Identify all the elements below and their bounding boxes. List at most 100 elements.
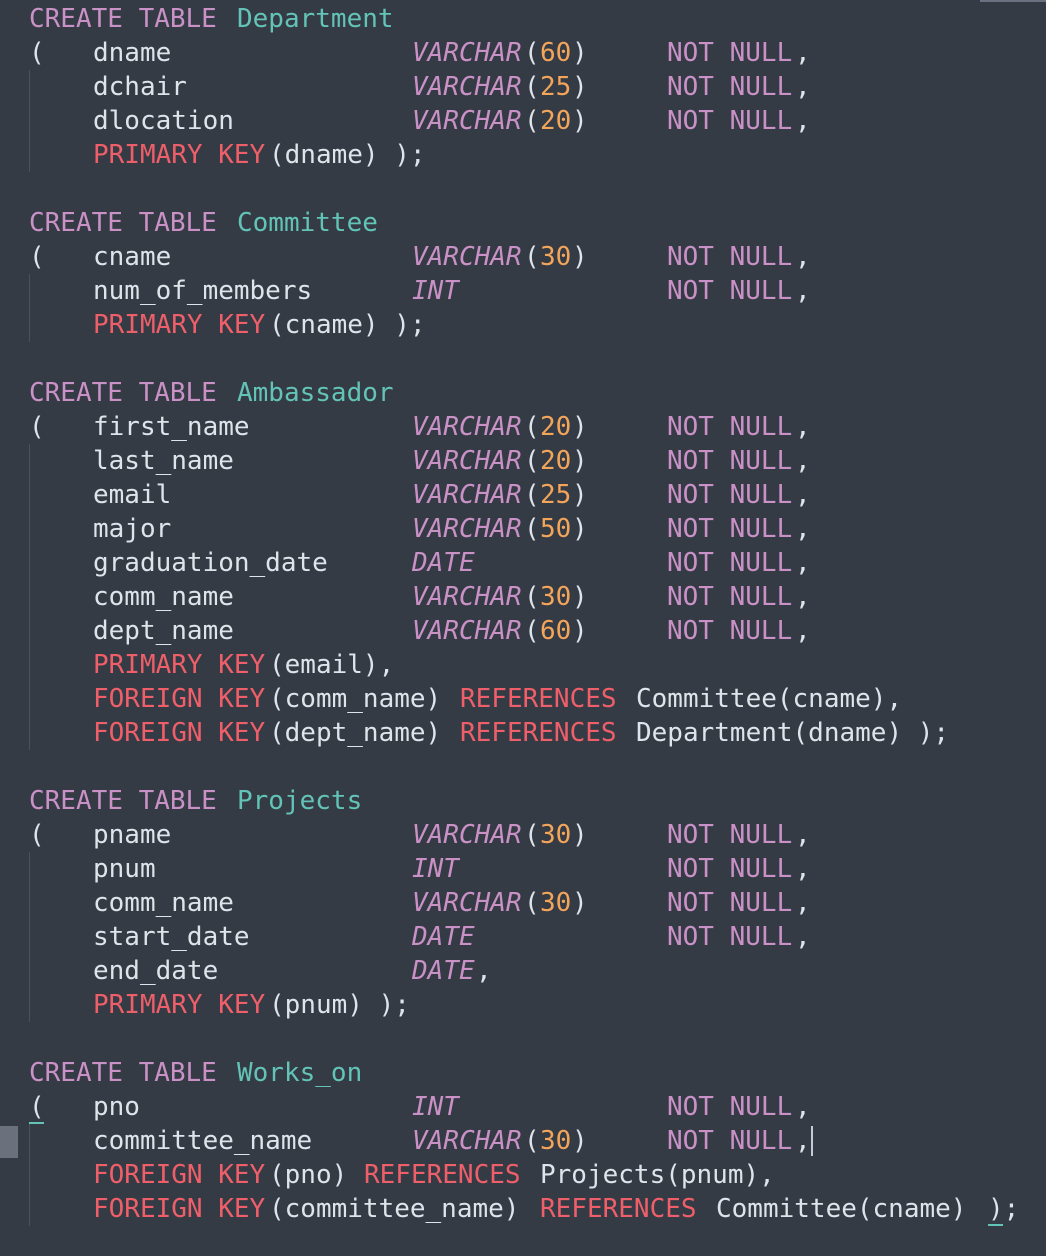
code-line: CREATE TABLE Ambassador xyxy=(0,376,394,410)
code-line: graduation_date DATE NOT NULL , xyxy=(0,546,811,580)
not-null: NOT NULL xyxy=(667,548,793,578)
keyword-create-table: CREATE TABLE xyxy=(29,4,217,34)
paren: ( xyxy=(524,480,540,510)
code-line: comm_name VARCHAR ( 30 ) NOT NULL , xyxy=(0,580,811,614)
not-null: NOT NULL xyxy=(667,276,793,306)
comma: , xyxy=(795,922,811,952)
code-line: ( pname VARCHAR ( 30 ) NOT NULL , xyxy=(0,818,811,852)
code-line: committee_name VARCHAR ( 30 ) NOT NULL , xyxy=(0,1124,811,1158)
column-type: VARCHAR xyxy=(412,1126,522,1156)
column-name: pname xyxy=(93,820,172,850)
column-type: VARCHAR xyxy=(412,480,522,510)
code-line: num_of_members INT NOT NULL , xyxy=(0,274,811,308)
code-line: comm_name VARCHAR ( 30 ) NOT NULL , xyxy=(0,886,811,920)
foreign-key-args: (committee_name) xyxy=(269,1194,520,1224)
not-null: NOT NULL xyxy=(667,72,793,102)
primary-key-args: (dname) ); xyxy=(269,140,426,170)
paren: ( xyxy=(524,412,540,442)
paren: ( xyxy=(524,38,540,68)
closing-statement: ); xyxy=(988,1194,1020,1224)
code-line: CREATE TABLE Projects xyxy=(0,784,362,818)
type-length: 30 xyxy=(540,888,572,918)
not-null: NOT NULL xyxy=(667,922,793,952)
bracket-match-underline xyxy=(29,1122,44,1124)
not-null: NOT NULL xyxy=(667,582,793,612)
code-line: FOREIGN KEY (pno) REFERENCES Projects(pn… xyxy=(0,1158,775,1192)
column-name: major xyxy=(93,514,172,544)
primary-key: PRIMARY KEY xyxy=(93,140,266,170)
type-length: 30 xyxy=(540,820,572,850)
column-type: VARCHAR xyxy=(412,412,522,442)
reference-target: Projects(pnum), xyxy=(540,1160,775,1190)
code-line: start_date DATE NOT NULL , xyxy=(0,920,811,954)
type-length: 60 xyxy=(540,38,572,68)
not-null: NOT NULL xyxy=(667,480,793,510)
comma: , xyxy=(795,38,811,68)
not-null: NOT NULL xyxy=(667,1126,793,1156)
column-name: last_name xyxy=(93,446,234,476)
primary-key-args: (pnum) ); xyxy=(269,990,410,1020)
column-type: VARCHAR xyxy=(412,106,522,136)
paren: ) xyxy=(572,412,588,442)
code-line: FOREIGN KEY (comm_name) REFERENCES Commi… xyxy=(0,682,902,716)
comma: , xyxy=(795,446,811,476)
type-length: 25 xyxy=(540,72,572,102)
comma: , xyxy=(795,820,811,850)
foreign-key: FOREIGN KEY xyxy=(93,1160,266,1190)
primary-key-args: (cname) ); xyxy=(269,310,426,340)
column-type: DATE xyxy=(412,956,475,986)
column-type: VARCHAR xyxy=(412,888,522,918)
reference-target: Committee(cname) xyxy=(716,1194,967,1224)
column-type: INT xyxy=(412,276,459,306)
column-type: VARCHAR xyxy=(412,616,522,646)
paren: ) xyxy=(572,1126,588,1156)
code-line: FOREIGN KEY (dept_name) REFERENCES Depar… xyxy=(0,716,949,750)
table-name: Projects xyxy=(237,786,363,816)
paren: ( xyxy=(524,616,540,646)
reference-target: Department(dname) ); xyxy=(636,718,950,748)
type-length: 60 xyxy=(540,616,572,646)
reference-target: Committee(cname), xyxy=(636,684,903,714)
type-length: 20 xyxy=(540,106,572,136)
paren: ) xyxy=(572,72,588,102)
code-line: CREATE TABLE Works_on xyxy=(0,1056,362,1090)
column-type: INT xyxy=(412,1092,459,1122)
column-name: end_date xyxy=(93,956,219,986)
column-name: comm_name xyxy=(93,888,234,918)
foreign-key: FOREIGN KEY xyxy=(93,718,266,748)
table-name: Works_on xyxy=(237,1058,363,1088)
not-null: NOT NULL xyxy=(667,446,793,476)
code-line: CREATE TABLE Committee xyxy=(0,206,378,240)
paren: ) xyxy=(572,616,588,646)
column-name: dname xyxy=(93,38,172,68)
scrollbar-track xyxy=(980,0,1046,2)
comma: , xyxy=(795,106,811,136)
type-length: 20 xyxy=(540,446,572,476)
code-line: PRIMARY KEY (email), xyxy=(0,648,394,682)
column-name: dchair xyxy=(93,72,187,102)
column-name: num_of_members xyxy=(93,276,313,306)
primary-key-args: (email), xyxy=(269,650,395,680)
paren: ) xyxy=(572,446,588,476)
not-null: NOT NULL xyxy=(667,854,793,884)
code-editor[interactable]: CREATE TABLE Department ( dname VARCHAR … xyxy=(0,0,1046,1256)
paren: ( xyxy=(524,446,540,476)
not-null: NOT NULL xyxy=(667,106,793,136)
paren: ( xyxy=(524,514,540,544)
keyword-create-table: CREATE TABLE xyxy=(29,786,217,816)
keyword-create-table: CREATE TABLE xyxy=(29,378,217,408)
not-null: NOT NULL xyxy=(667,412,793,442)
foreign-key: FOREIGN KEY xyxy=(93,684,266,714)
comma: , xyxy=(795,888,811,918)
type-length: 30 xyxy=(540,582,572,612)
primary-key: PRIMARY KEY xyxy=(93,650,266,680)
not-null: NOT NULL xyxy=(667,242,793,272)
paren: ) xyxy=(572,242,588,272)
comma: , xyxy=(795,276,811,306)
paren: ( xyxy=(524,820,540,850)
open-paren: ( xyxy=(29,242,45,272)
not-null: NOT NULL xyxy=(667,616,793,646)
foreign-key-args: (dept_name) xyxy=(269,718,442,748)
foreign-key-args: (pno) xyxy=(269,1160,348,1190)
paren: ) xyxy=(572,106,588,136)
